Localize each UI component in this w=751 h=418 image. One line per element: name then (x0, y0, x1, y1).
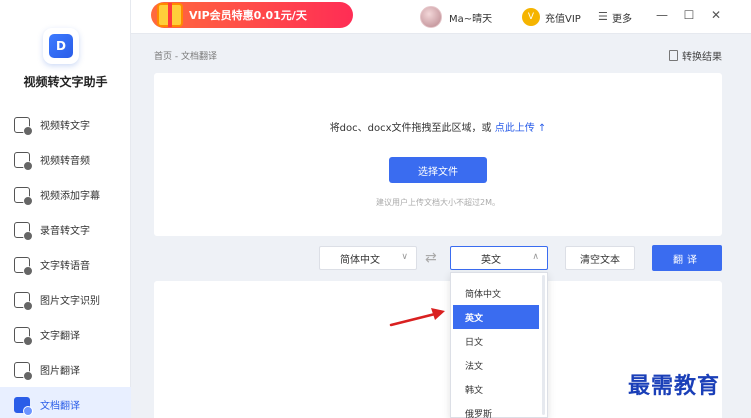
sidebar-nav: 视频转文字 视频转音频 视频添加字幕 录音转文字 文字转语音 图片文字识别 文字… (0, 107, 131, 418)
text-speech-icon (14, 256, 33, 276)
sidebar-item-text-to-speech[interactable]: 文字转语音 (0, 247, 131, 282)
image-ocr-icon (14, 291, 33, 311)
translate-button[interactable]: 翻译 (652, 245, 722, 271)
mic-text-icon (14, 221, 33, 241)
sidebar-item-image-translate[interactable]: 图片翻译 (0, 352, 131, 387)
document-icon (669, 50, 678, 61)
choose-file-button[interactable]: 选择文件 (389, 157, 487, 183)
username[interactable]: Ma~晴天 (449, 10, 492, 25)
video-text-icon (14, 116, 33, 136)
sidebar-item-label: 图片翻译 (40, 366, 80, 377)
upload-hint-text: 将doc、docx文件拖拽至此区域，或 (329, 123, 495, 134)
upload-hint: 将doc、docx文件拖拽至此区域，或 点此上传 ↑ (154, 119, 722, 134)
maximize-icon[interactable]: ☐ (681, 7, 697, 23)
sidebar-item-label: 文档翻译 (40, 401, 80, 412)
conversion-results-label: 转换结果 (682, 52, 722, 63)
upload-arrow-icon: ↑ (537, 123, 547, 134)
avatar[interactable] (420, 6, 442, 28)
menu-icon[interactable]: ☰ (598, 10, 608, 23)
source-language-select[interactable]: 简体中文 ∨ (319, 246, 417, 270)
source-language-value: 简体中文 (340, 254, 380, 266)
vip-promo-text: VIP会员特惠0.01元/天 (189, 9, 307, 22)
sidebar-item-image-ocr[interactable]: 图片文字识别 (0, 282, 131, 317)
click-upload-link[interactable]: 点此上传 (495, 123, 535, 134)
sidebar-item-label: 文字转语音 (40, 261, 90, 272)
sidebar-item-label: 录音转文字 (40, 226, 90, 237)
chevron-up-icon: ∧ (532, 252, 539, 262)
more-menu[interactable]: 更多 (612, 10, 632, 25)
upload-size-note: 建议用户上传文档大小不超过2M。 (376, 198, 500, 207)
minimize-icon[interactable]: — (654, 7, 670, 23)
clear-text-button[interactable]: 清空文本 (565, 246, 635, 270)
app-logo-icon: D (49, 34, 73, 58)
doc-translate-icon (14, 396, 33, 416)
video-audio-icon (14, 151, 33, 171)
annotation-arrow-icon (389, 308, 445, 327)
sidebar-item-video-to-text[interactable]: 视频转文字 (0, 107, 131, 142)
sidebar-item-label: 视频转文字 (40, 121, 90, 132)
sidebar-item-add-subtitle[interactable]: 视频添加字幕 (0, 177, 131, 212)
close-icon[interactable]: ✕ (708, 7, 724, 23)
sidebar-item-text-translate[interactable]: 文字翻译 (0, 317, 131, 352)
sidebar-item-label: 文字翻译 (40, 331, 80, 342)
target-language-dropdown: 简体中文 英文 日文 法文 韩文 俄罗斯 (450, 272, 548, 418)
conversion-results-link[interactable]: 转换结果 (669, 48, 722, 63)
vip-crown-icon[interactable]: V (522, 8, 540, 26)
sidebar-item-video-to-audio[interactable]: 视频转音频 (0, 142, 131, 177)
language-option-selected[interactable]: 英文 (453, 305, 539, 329)
sidebar-item-recording-to-text[interactable]: 录音转文字 (0, 212, 131, 247)
language-option[interactable]: 日文 (451, 329, 538, 353)
language-option[interactable]: 俄罗斯 (451, 401, 538, 418)
chevron-down-icon: ∨ (401, 252, 408, 262)
language-option[interactable]: 简体中文 (451, 281, 538, 305)
top-bar: VIP会员特惠0.01元/天 Ma~晴天 V 充值VIP ☰ 更多 — ☐ ✕ (131, 0, 751, 34)
app-name: 视频转文字助手 (23, 75, 108, 89)
gift-icon (157, 3, 183, 27)
subtitle-icon (14, 186, 33, 206)
sidebar-item-label: 视频添加字幕 (40, 191, 100, 202)
recharge-vip-link[interactable]: 充值VIP (545, 10, 581, 25)
vip-promo-banner[interactable]: VIP会员特惠0.01元/天 (151, 2, 353, 28)
swap-languages-icon[interactable]: ⇄ (425, 250, 437, 266)
language-option[interactable]: 法文 (451, 353, 538, 377)
app-logo: D (43, 28, 79, 64)
breadcrumb: 首页 - 文档翻译 (154, 52, 217, 62)
target-language-value: 英文 (481, 254, 501, 266)
language-option[interactable]: 韩文 (451, 377, 538, 401)
image-translate-icon (14, 361, 33, 381)
sidebar-item-label: 图片文字识别 (40, 296, 100, 307)
text-translate-icon (14, 326, 33, 346)
upload-dropzone[interactable]: 将doc、docx文件拖拽至此区域，或 点此上传 ↑ 选择文件 建议用户上传文档… (154, 73, 722, 236)
target-language-select[interactable]: 英文 ∧ (450, 246, 548, 270)
sidebar-item-label: 视频转音频 (40, 156, 90, 167)
sidebar-item-doc-translate[interactable]: 文档翻译 (0, 387, 131, 418)
dropdown-scrollbar[interactable] (542, 275, 545, 415)
watermark-logo: 最需教育 (628, 373, 721, 399)
sidebar: D 视频转文字助手 视频转文字 视频转音频 视频添加字幕 录音转文字 文字转语音… (0, 0, 131, 418)
